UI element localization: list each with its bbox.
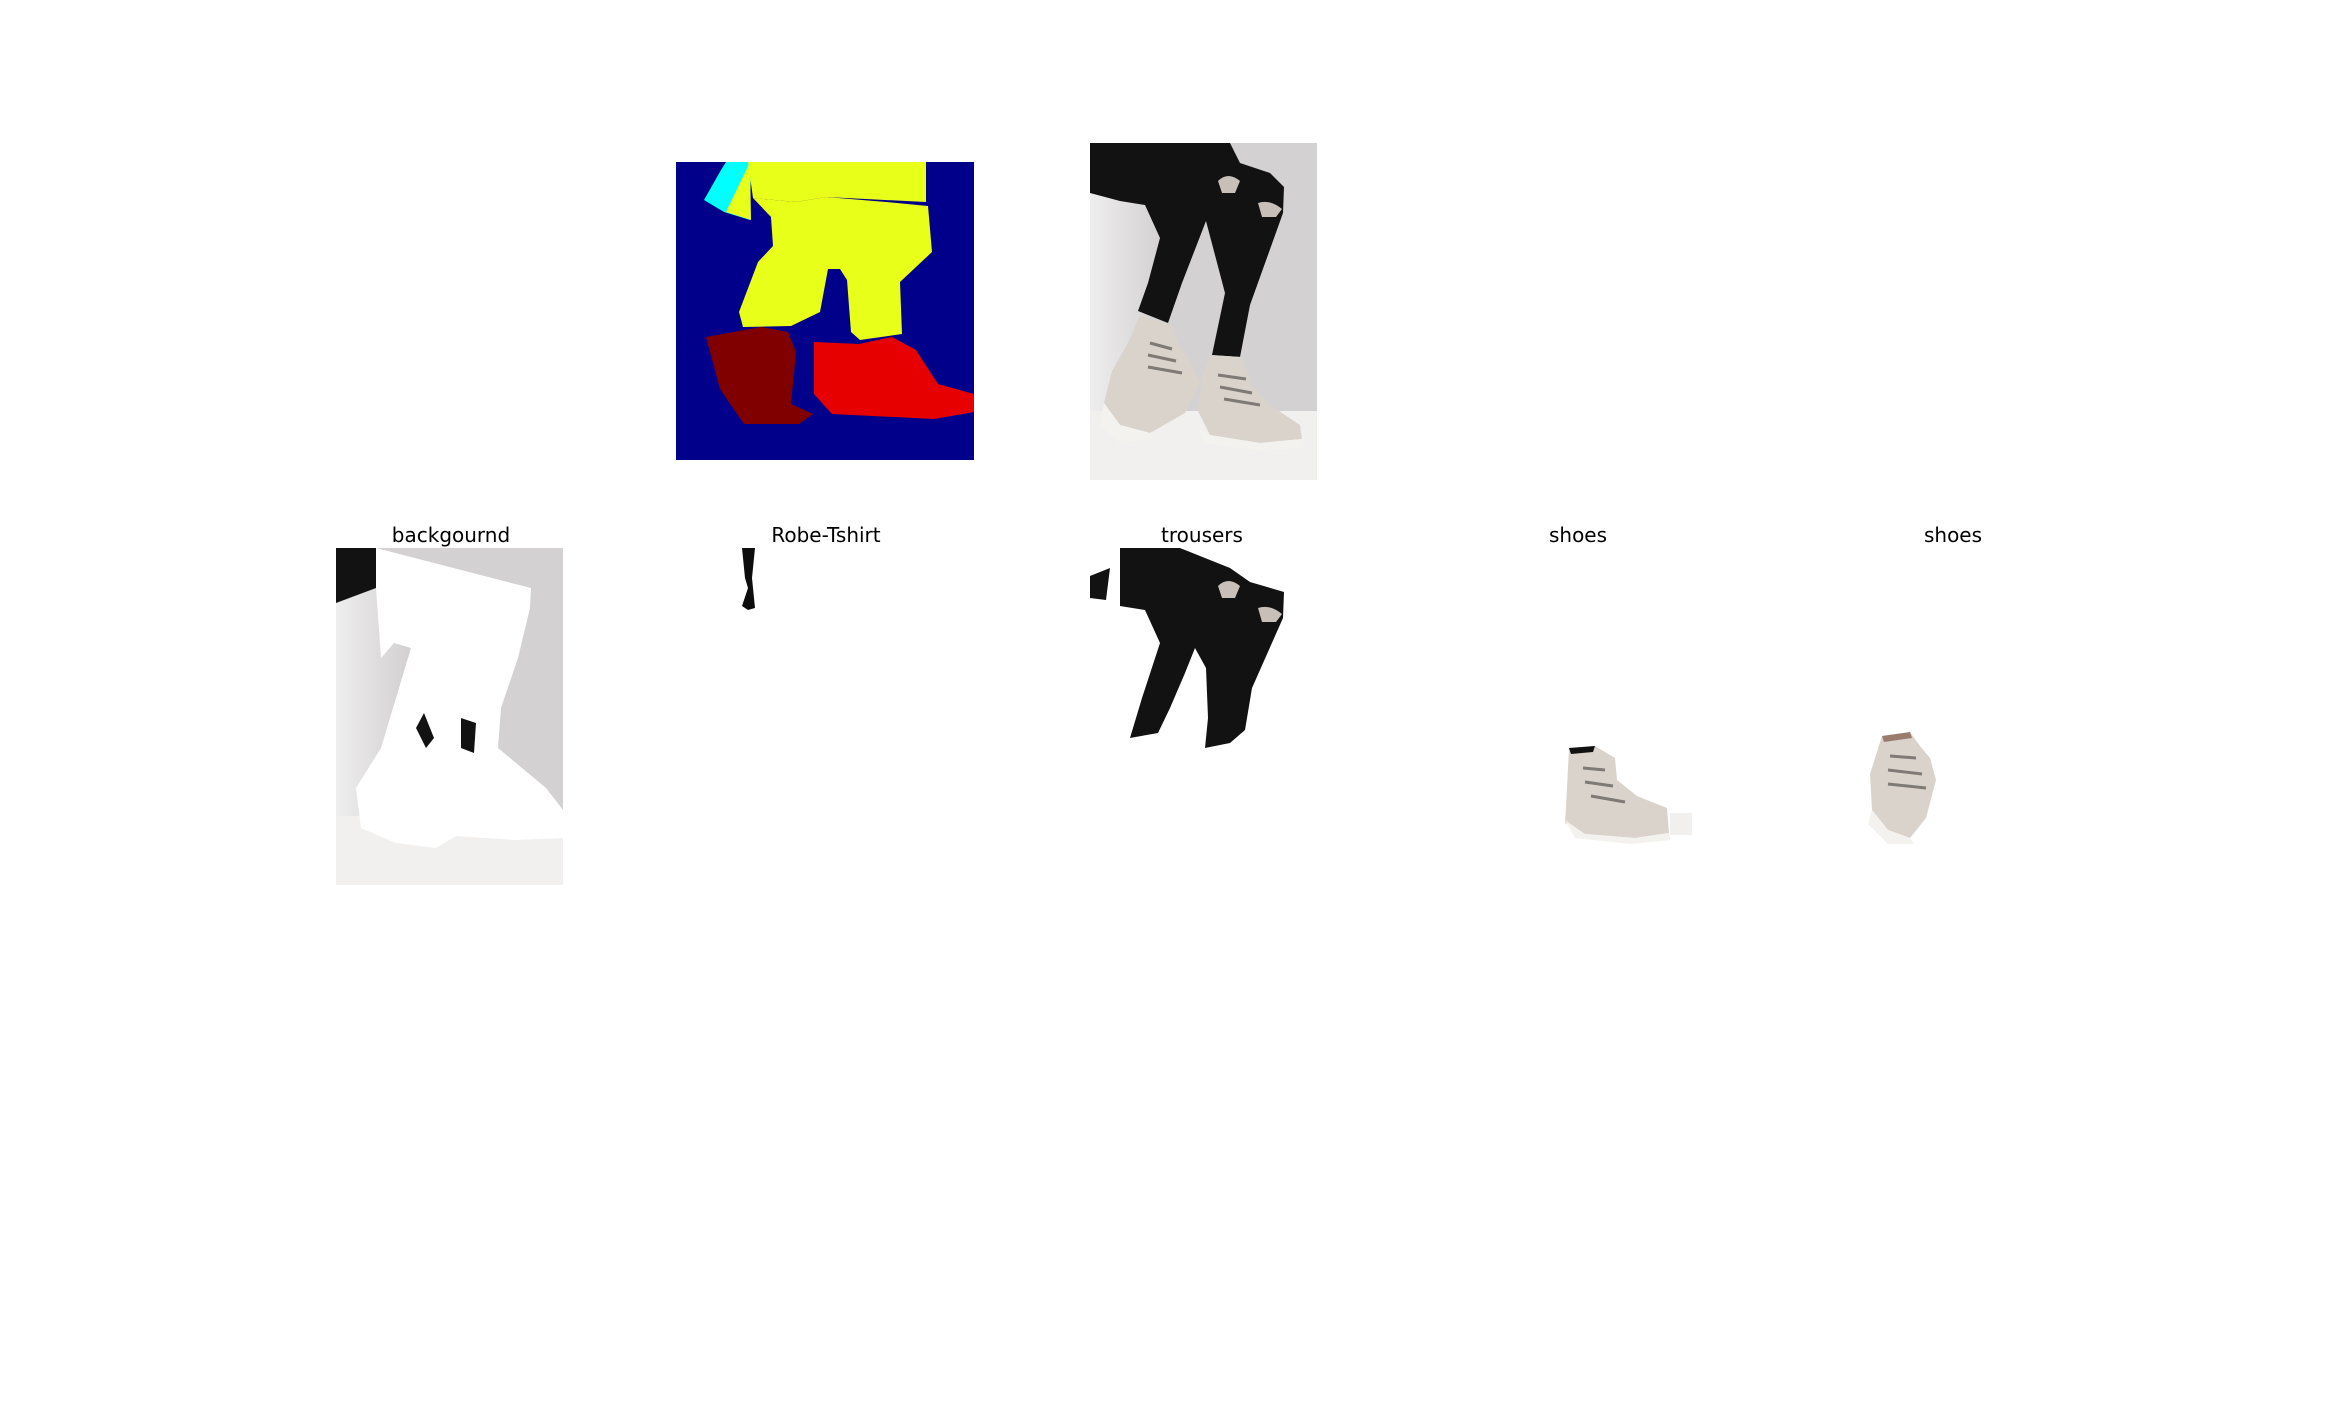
trousers-crop-image	[1090, 548, 1317, 885]
crop-caption-shoes-1: shoes	[1548, 523, 1608, 547]
shoe-crop-image-2	[1840, 548, 2067, 885]
crop-caption-background: backgournd	[391, 523, 511, 547]
original-photo-image	[1090, 143, 1317, 480]
robe-tshirt-crop-fragment	[742, 548, 755, 610]
background-crop-image	[336, 548, 563, 885]
robe-tshirt-crop-image	[712, 548, 939, 885]
mask-trousers-top	[748, 162, 926, 202]
trousers-crop-shape	[1090, 548, 1284, 748]
crop-caption-shoes-2: shoes	[1923, 523, 1983, 547]
segmentation-mask-image	[676, 162, 974, 460]
shoe-crop-image-1	[1465, 548, 1692, 885]
crop-caption-robe-tshirt: Robe-Tshirt	[771, 523, 881, 547]
crop-caption-trousers: trousers	[1161, 523, 1243, 547]
shoe-1-crop-boot	[1565, 746, 1669, 838]
